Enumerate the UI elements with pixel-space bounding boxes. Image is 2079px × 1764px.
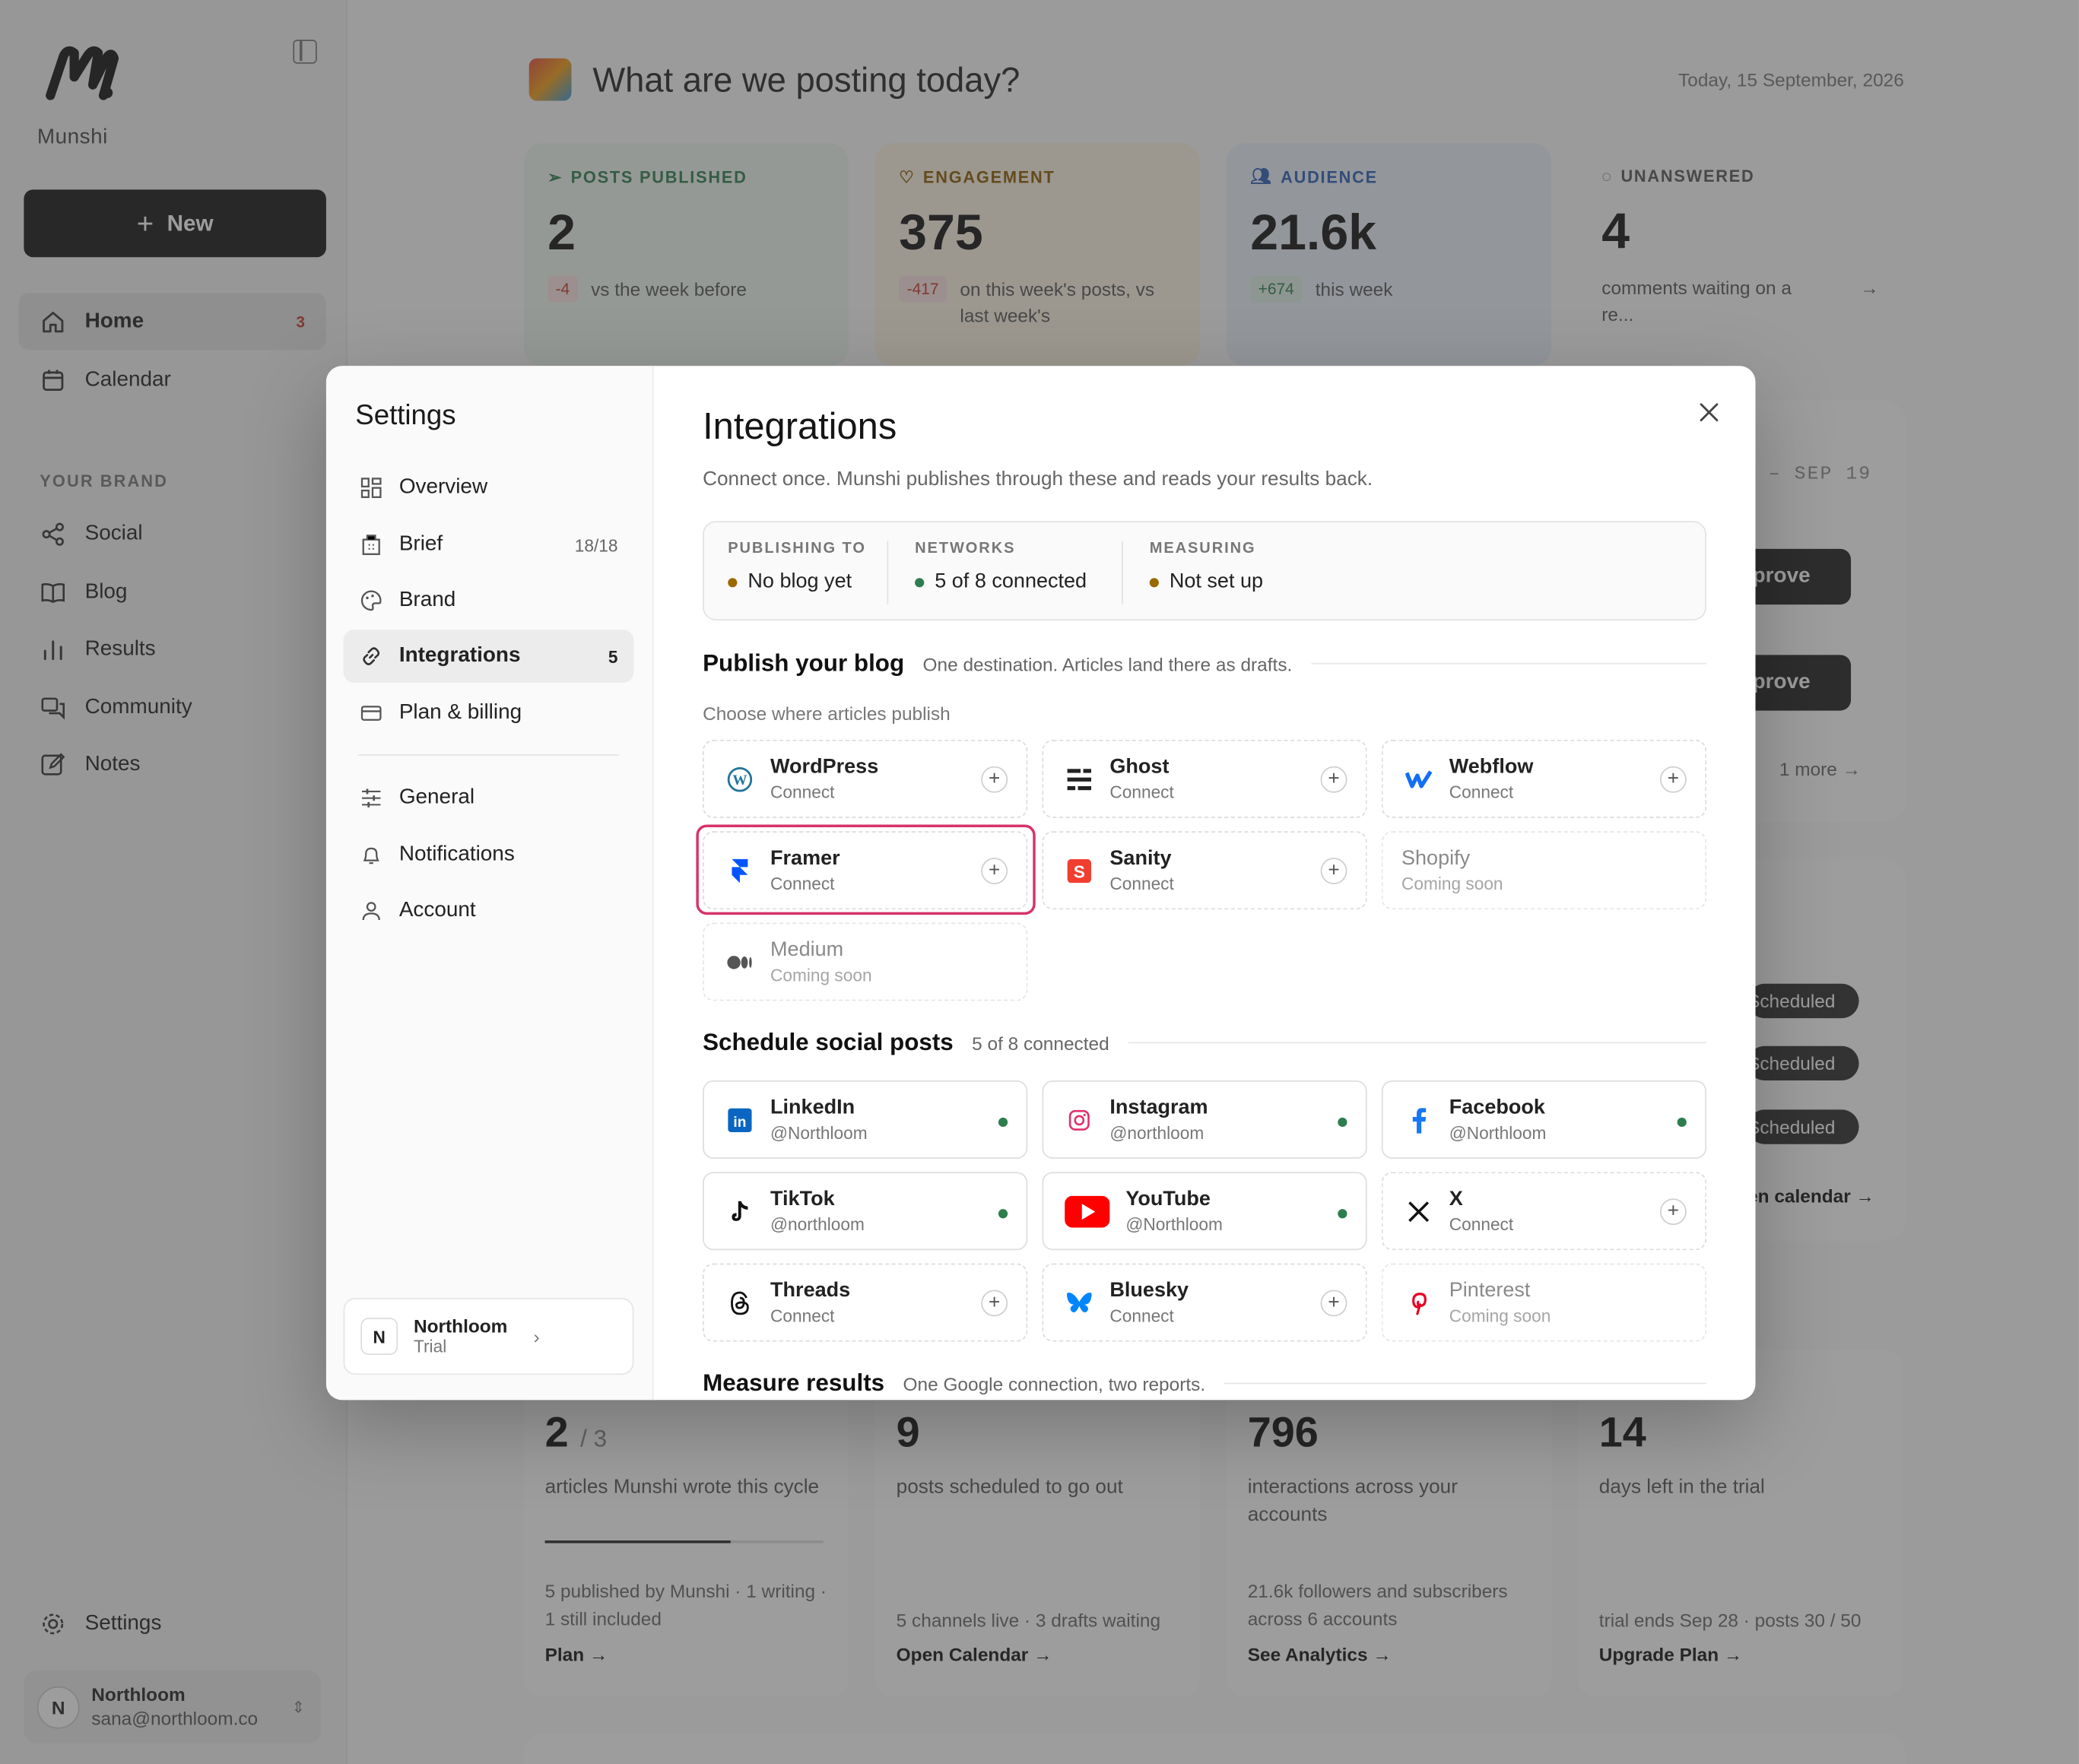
facebook-icon [1404, 1105, 1433, 1134]
connected-dot [1338, 1117, 1347, 1128]
summary-publishing: PUBLISHING TO No blog yet [728, 541, 866, 593]
settings-nav-general[interactable]: General [344, 772, 634, 825]
settings-nav-notifications[interactable]: Notifications [344, 829, 634, 882]
status-dot [915, 577, 925, 587]
settings-nav-integrations[interactable]: Integrations 5 [343, 630, 634, 683]
integrations-subtitle: Connect once. Munshi publishes through t… [703, 468, 1373, 491]
chevron-right-icon: › [533, 1325, 540, 1347]
integration-x[interactable]: X Connect + [1381, 1172, 1707, 1251]
integration-webflow[interactable]: Webflow Connect + [1381, 739, 1707, 818]
svg-text:in: in [733, 1114, 746, 1130]
settings-modal: Settings Overview Brief 18/18 Brand Integ… [325, 366, 1756, 1401]
connect-plus-icon[interactable]: + [1320, 1290, 1347, 1317]
connected-dot [1338, 1209, 1347, 1219]
social-section-header: Schedule social posts 5 of 8 connected [703, 1029, 1707, 1057]
connect-plus-icon[interactable]: + [1320, 858, 1347, 884]
bell-icon [360, 843, 383, 867]
integration-threads[interactable]: Threads Connect + [703, 1263, 1028, 1342]
webflow-icon [1404, 764, 1433, 793]
connect-plus-icon[interactable]: + [1659, 1198, 1687, 1226]
building-icon [360, 533, 383, 557]
integration-tiktok[interactable]: TikTok @northloom [703, 1172, 1028, 1251]
svg-text:S: S [1074, 861, 1085, 880]
connect-plus-icon[interactable]: + [1659, 766, 1687, 793]
integration-youtube[interactable]: YouTube @Northloom [1042, 1172, 1367, 1251]
linkedin-icon: in [725, 1105, 754, 1134]
integration-pinterest: Pinterest Coming soon [1381, 1263, 1707, 1342]
connect-plus-icon[interactable]: + [1320, 766, 1347, 793]
status-dot [728, 577, 738, 587]
user-icon [360, 899, 383, 922]
sliders-icon [360, 786, 383, 810]
integrations-count: 5 [608, 646, 618, 667]
section-title: Measure results [703, 1369, 885, 1397]
section-subtitle: One destination. Articles land there as … [922, 653, 1293, 675]
framer-icon [725, 855, 754, 884]
summary-measuring: MEASURING Not set up [1149, 541, 1264, 593]
measure-section-header: Measure results One Google connection, t… [703, 1369, 1707, 1398]
settings-nav-overview[interactable]: Overview [344, 462, 634, 515]
integration-shopify: Shopify Coming soon [1381, 831, 1707, 910]
status-dot [1149, 577, 1159, 587]
link-icon [360, 644, 383, 668]
settings-nav-plan-billing[interactable]: Plan & billing [344, 687, 634, 740]
integrations-panel: Integrations Connect once. Munshi publis… [696, 366, 1710, 1400]
integration-wordpress[interactable]: W WordPress Connect + [703, 739, 1028, 818]
connect-plus-icon[interactable]: + [981, 766, 1008, 793]
settings-nav-brief[interactable]: Brief 18/18 [344, 519, 634, 572]
org-name: Northloom [414, 1315, 508, 1337]
wordpress-icon: W [725, 764, 754, 793]
connected-dot [998, 1209, 1008, 1219]
integration-sanity[interactable]: S Sanity Connect + [1042, 831, 1367, 910]
settings-title: Settings [355, 400, 456, 431]
org-plan: Trial [414, 1335, 447, 1356]
integration-framer[interactable]: Framer Connect + [703, 831, 1028, 910]
svg-text:W: W [732, 772, 747, 788]
x-logo-icon [1404, 1197, 1433, 1226]
blog-section-header: Publish your blog One destination. Artic… [703, 649, 1707, 677]
youtube-icon [1065, 1195, 1110, 1227]
connect-plus-icon[interactable]: + [981, 858, 1008, 884]
sanity-icon: S [1065, 855, 1093, 884]
integration-bluesky[interactable]: Bluesky Connect + [1042, 1263, 1367, 1342]
instagram-icon [1065, 1105, 1093, 1134]
section-subtitle: 5 of 8 connected [972, 1033, 1109, 1055]
brief-count: 18/18 [574, 535, 618, 555]
connect-plus-icon[interactable]: + [981, 1290, 1008, 1317]
palette-icon [360, 589, 383, 612]
connected-dot [1677, 1117, 1687, 1128]
org-switcher[interactable]: N Northloom Trial › [343, 1297, 634, 1375]
integrations-summary: PUBLISHING TO No blog yet NETWORKS 5 of 8 … [703, 521, 1707, 621]
connected-dot [998, 1117, 1008, 1128]
section-title: Publish your blog [703, 649, 905, 677]
ghost-icon [1065, 764, 1093, 793]
divider [357, 754, 620, 756]
tiktok-icon [725, 1197, 754, 1226]
integration-ghost[interactable]: Ghost Connect + [1042, 739, 1367, 818]
grid-icon [360, 476, 383, 500]
integration-facebook[interactable]: Facebook @Northloom [1381, 1080, 1707, 1159]
integrations-title: Integrations [703, 405, 897, 447]
threads-icon [725, 1288, 754, 1317]
credit-card-icon [360, 701, 383, 725]
settings-sidebar: Settings Overview Brief 18/18 Brand Integ… [325, 366, 654, 1401]
pinterest-icon [1404, 1288, 1433, 1317]
integration-linkedin[interactable]: in LinkedIn @Northloom [703, 1080, 1028, 1159]
summary-networks: NETWORKS 5 of 8 connected [915, 541, 1087, 593]
section-title: Schedule social posts [703, 1029, 954, 1055]
integration-medium: Medium Coming soon [703, 922, 1028, 1001]
org-avatar: N [360, 1318, 398, 1355]
medium-icon [725, 947, 754, 976]
settings-nav-account[interactable]: Account [344, 884, 634, 938]
section-subtitle: One Google connection, two reports. [903, 1373, 1206, 1395]
choose-label: Choose where articles publish [703, 703, 951, 725]
integration-instagram[interactable]: Instagram @northloom [1042, 1080, 1367, 1159]
settings-nav-brand[interactable]: Brand [344, 574, 634, 627]
bluesky-butterfly-icon [1065, 1288, 1093, 1317]
